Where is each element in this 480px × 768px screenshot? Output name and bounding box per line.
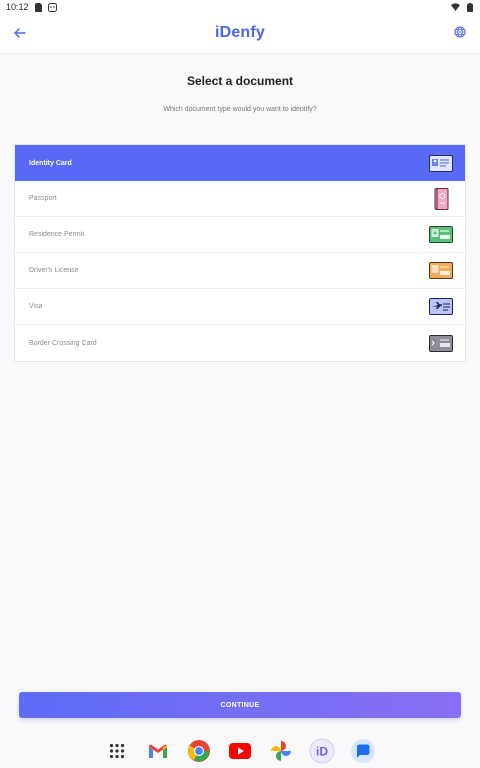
document-option-identity-card[interactable]: Identity Card [15,145,465,181]
svg-text:iD: iD [316,745,328,759]
residence-permit-icon [429,226,453,243]
status-time: 10:12 [6,2,29,12]
page-subtitle: Which document type would you want to id… [163,106,317,113]
drivers-license-icon [429,262,453,279]
document-option-visa[interactable]: Visa [15,289,465,325]
photos-icon[interactable] [267,737,295,765]
passport-icon [429,187,453,210]
continue-button[interactable]: CONTINUE [19,692,461,718]
document-option-border-crossing-card[interactable]: Border Crossing Card [15,325,465,361]
idenfy-app-icon[interactable]: iD [308,737,336,765]
document-option-drivers-license[interactable]: Driver's License [15,253,465,289]
border-crossing-card-icon [429,334,453,352]
visa-icon [429,298,453,315]
sim-card-icon [34,2,43,12]
idenfy-logo: iDenfy [214,24,266,41]
document-label: Border Crossing Card [29,339,97,347]
shield-icon [47,2,57,12]
document-type-list: Identity Card Passport Residence Permit … [14,144,466,362]
document-label: Driver's License [29,267,79,274]
status-bar: 10:12 [0,0,480,14]
document-label: Visa [29,303,43,310]
wifi-icon [451,3,460,12]
document-option-residence-permit[interactable]: Residence Permit [15,217,465,253]
gmail-icon[interactable] [144,737,172,765]
app-dock: iD [0,734,480,768]
app-drawer-icon[interactable] [103,737,131,765]
document-label: Identity Card [29,159,72,167]
document-label: Residence Permit [29,231,85,238]
document-label: Passport [29,195,57,202]
youtube-icon[interactable] [226,737,254,765]
page-title: Select a document [186,74,294,88]
language-button[interactable] [450,24,470,44]
document-option-passport[interactable]: Passport [15,181,465,217]
globe-icon [454,25,466,43]
messages-icon[interactable] [349,737,377,765]
chrome-icon[interactable] [185,737,213,765]
identity-card-icon [429,154,453,172]
app-bar: iDenfy [0,14,480,54]
battery-icon [465,2,474,12]
